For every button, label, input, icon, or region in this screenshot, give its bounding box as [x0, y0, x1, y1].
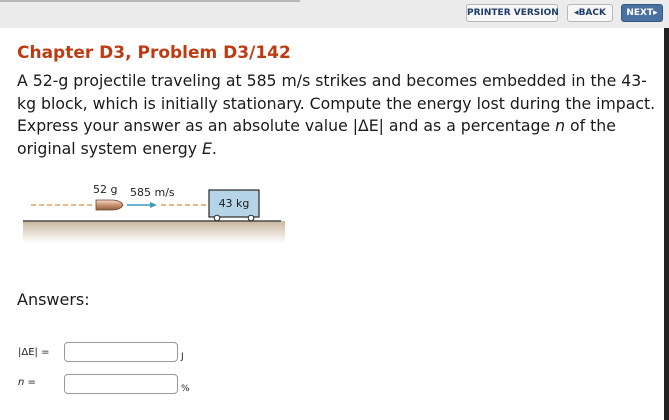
problem-text-end: .: [211, 138, 217, 158]
top-rule: [0, 0, 300, 2]
projectile-mass-label: 52 g: [93, 183, 117, 196]
n-label-equals: =: [24, 377, 36, 388]
delta-e-input[interactable]: [64, 342, 178, 362]
problem-page: PRINTER VERSION ◂BACK NEXT▸ Chapter D3, …: [0, 0, 669, 420]
n-input[interactable]: [64, 374, 178, 394]
block-cart: 43 kg: [208, 189, 260, 222]
next-arrow-icon: ▸: [653, 8, 658, 18]
answers-heading: Answers:: [17, 290, 90, 309]
wheel-left-icon: [213, 214, 221, 222]
velocity-label: 585 m/s: [130, 186, 175, 199]
delta-e-unit: J: [181, 352, 184, 362]
n-unit: %: [181, 384, 190, 394]
ground-shading: [23, 221, 285, 243]
projectile-icon: [95, 199, 124, 211]
n-label: n =: [18, 377, 36, 388]
printer-version-button[interactable]: PRINTER VERSION: [466, 4, 559, 22]
back-button[interactable]: ◂BACK: [567, 4, 613, 22]
top-toolbar: PRINTER VERSION ◂BACK NEXT▸: [0, 0, 669, 28]
e-variable: E: [201, 138, 212, 158]
right-edge-rule: [664, 28, 669, 420]
velocity-arrowhead-icon: [150, 202, 157, 208]
back-button-label: BACK: [578, 8, 606, 18]
wheel-right-icon: [247, 214, 255, 222]
chapter-title: Chapter D3, Problem D3/142: [17, 43, 291, 63]
delta-e-label: |ΔE| =: [18, 347, 50, 358]
next-button[interactable]: NEXT▸: [621, 4, 663, 22]
block-mass-label: 43 kg: [219, 197, 250, 210]
next-button-label: NEXT: [626, 8, 654, 18]
projectile-block-figure: 52 g 585 m/s 43 kg: [23, 183, 285, 243]
n-variable: n: [555, 116, 566, 135]
problem-statement: A 52-g projectile traveling at 585 m/s s…: [17, 70, 657, 160]
